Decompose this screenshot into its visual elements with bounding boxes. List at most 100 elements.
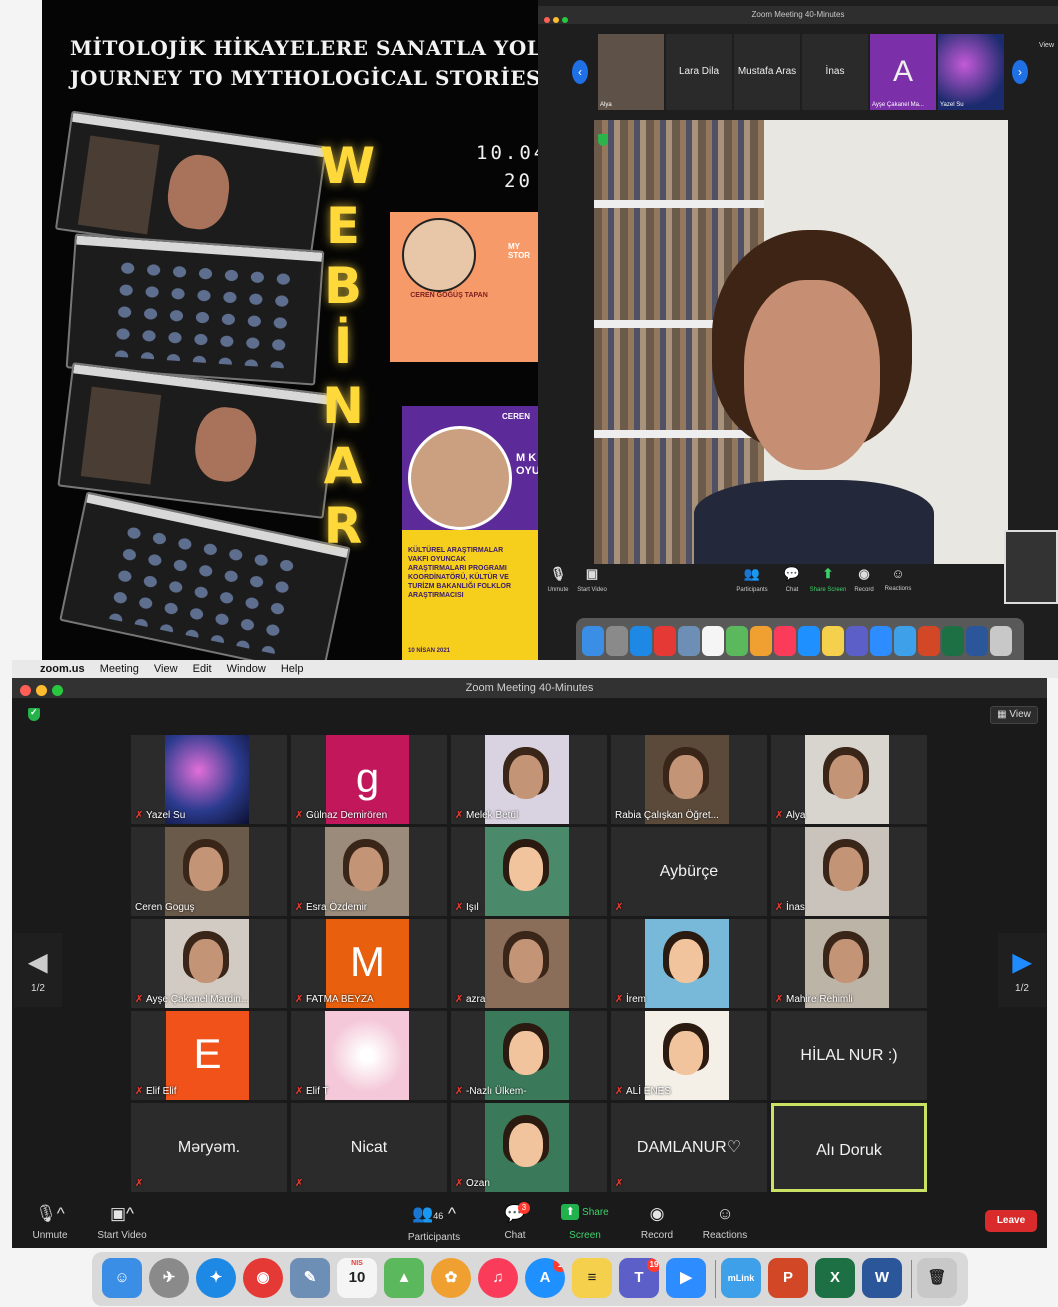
music-icon[interactable]: ♫	[478, 1258, 518, 1298]
mlink-icon[interactable]	[894, 626, 916, 656]
trash-icon[interactable]	[990, 626, 1012, 656]
participant-tile[interactable]: Rabia Çalışkan Öğret...	[611, 735, 767, 824]
participant-tile[interactable]: Aybürçe ✗	[611, 827, 767, 916]
stickies-icon[interactable]	[822, 626, 844, 656]
share-screen-button[interactable]: ⬆ Share Screen	[808, 566, 848, 593]
excel-icon[interactable]	[942, 626, 964, 656]
participant-tile[interactable]: Nicat ✗	[291, 1103, 447, 1192]
menu-meeting[interactable]: Meeting	[100, 663, 139, 675]
strip-tile[interactable]: Alya	[598, 34, 664, 110]
reactions-button[interactable]: ☺ Reactions	[878, 566, 918, 592]
zoom-icon[interactable]: ▶	[666, 1258, 706, 1298]
prev-page-button[interactable]: ◀ 1/2	[14, 933, 62, 1007]
close-icon[interactable]	[20, 685, 31, 696]
self-view-thumbnail[interactable]	[1004, 530, 1058, 604]
chrome-icon[interactable]	[654, 626, 676, 656]
zoom-window-icon[interactable]	[52, 685, 63, 696]
stickies-icon[interactable]: ≡	[572, 1258, 612, 1298]
powerpoint-icon[interactable]: P	[768, 1258, 808, 1298]
finder-icon[interactable]	[582, 626, 604, 656]
record-button[interactable]: ◉ Record	[637, 1204, 677, 1241]
participant-tile[interactable]: ✗ ALİ ENES	[611, 1011, 767, 1100]
preview-icon[interactable]	[678, 626, 700, 656]
participant-tile[interactable]: ✗ Yazel Su	[131, 735, 287, 824]
participant-tile[interactable]: Alı Doruk	[771, 1103, 927, 1192]
strip-tile[interactable]: İnas	[802, 34, 868, 110]
launchpad-icon[interactable]: ✈	[149, 1258, 189, 1298]
participant-tile[interactable]: M ✗ FATMA BEYZA	[291, 919, 447, 1008]
participant-tile[interactable]: g ✗ Gülnaz Demirören	[291, 735, 447, 824]
participant-tile[interactable]: ✗ Alya	[771, 735, 927, 824]
participants-button[interactable]: 👥46 ^ Participants	[404, 1204, 464, 1243]
photos-icon[interactable]	[750, 626, 772, 656]
security-shield-icon[interactable]	[28, 707, 40, 721]
powerpoint-icon[interactable]	[918, 626, 940, 656]
prev-page-icon[interactable]: ‹	[572, 60, 588, 84]
share-screen-button[interactable]: ⬆ Share Screen	[552, 1204, 618, 1241]
trash-icon[interactable]: 🗑	[917, 1258, 957, 1298]
teams-icon[interactable]	[846, 626, 868, 656]
participant-tile[interactable]: Ceren Goguş	[131, 827, 287, 916]
view-button[interactable]: View	[1039, 42, 1054, 49]
chat-button[interactable]: 💬 Chat	[772, 566, 812, 593]
reactions-button[interactable]: ☺ Reactions	[702, 1204, 748, 1241]
strip-tile[interactable]: A Ayşe Çakanel Ma...	[870, 34, 936, 110]
strip-tile[interactable]: Yazel Su	[938, 34, 1004, 110]
participant-tile[interactable]: ✗ -Nazlı Ülkem-	[451, 1011, 607, 1100]
chrome-icon[interactable]: ◉	[243, 1258, 283, 1298]
next-page-icon[interactable]: ›	[1012, 60, 1028, 84]
photos-icon[interactable]: ✿	[431, 1258, 471, 1298]
appstore-icon[interactable]: A1	[525, 1258, 565, 1298]
participant-tile[interactable]: HİLAL NUR :)	[771, 1011, 927, 1100]
maps-icon[interactable]: ▲	[384, 1258, 424, 1298]
calendar-icon[interactable]	[702, 626, 724, 656]
strip-tile[interactable]: Mustafa Aras	[734, 34, 800, 110]
preview-icon[interactable]: ✎	[290, 1258, 330, 1298]
window-controls[interactable]	[20, 683, 68, 701]
music-icon[interactable]	[774, 626, 796, 656]
participant-tile[interactable]: DAMLANUR♡ ✗	[611, 1103, 767, 1192]
appstore-icon[interactable]	[798, 626, 820, 656]
participant-tile[interactable]: ✗ azra	[451, 919, 607, 1008]
participant-tile[interactable]: ✗ Işıl	[451, 827, 607, 916]
unmute-button[interactable]: 🎙^ Unmute	[30, 1204, 70, 1241]
participant-tile[interactable]: ✗ Elif T	[291, 1011, 447, 1100]
menu-view[interactable]: View	[154, 663, 178, 675]
view-button[interactable]: ▦ View	[990, 706, 1038, 724]
safari-icon[interactable]: ✦	[196, 1258, 236, 1298]
participant-tile[interactable]: ✗ Ozan	[451, 1103, 607, 1192]
start-video-button[interactable]: ▣^ Start Video	[94, 1204, 150, 1241]
excel-icon[interactable]: X	[815, 1258, 855, 1298]
mlink-icon[interactable]: mLink	[721, 1258, 761, 1298]
word-icon[interactable]	[966, 626, 988, 656]
start-video-button[interactable]: ▣ Start Video	[572, 566, 612, 593]
window-controls[interactable]	[544, 10, 571, 28]
participant-tile[interactable]: ✗ Esra Özdemir	[291, 827, 447, 916]
calendar-icon[interactable]: 10 NIS	[337, 1258, 377, 1298]
word-icon[interactable]: W	[862, 1258, 902, 1298]
participant-tile[interactable]: ✗ Mahire Rehimli	[771, 919, 927, 1008]
safari-icon[interactable]	[630, 626, 652, 656]
participant-tile[interactable]: Məryəm. ✗	[131, 1103, 287, 1192]
participant-tile[interactable]: ✗ Melek Betül	[451, 735, 607, 824]
participants-button[interactable]: 👥 Participants	[732, 566, 772, 593]
zoom-icon[interactable]	[870, 626, 892, 656]
menu-app-name[interactable]: zoom.us	[40, 663, 85, 675]
participant-tile[interactable]: ✗ Ayşe Çakanel Mardin...	[131, 919, 287, 1008]
leave-button[interactable]: Leave	[985, 1210, 1037, 1232]
launchpad-icon[interactable]	[606, 626, 628, 656]
participant-tile[interactable]: E ✗ Elif Elif	[131, 1011, 287, 1100]
minimize-icon[interactable]	[36, 685, 47, 696]
security-shield-icon[interactable]	[598, 134, 608, 146]
menu-window[interactable]: Window	[227, 663, 266, 675]
strip-tile[interactable]: Lara Dila	[666, 34, 732, 110]
menu-help[interactable]: Help	[281, 663, 304, 675]
finder-icon[interactable]: ☺	[102, 1258, 142, 1298]
chat-button[interactable]: 💬 3 Chat	[500, 1202, 530, 1241]
teams-icon[interactable]: T 19	[619, 1258, 659, 1298]
participant-tile[interactable]: ✗ İrem	[611, 919, 767, 1008]
participant-tile[interactable]: ✗ İnas	[771, 827, 927, 916]
next-page-button[interactable]: ▶ 1/2	[998, 933, 1046, 1007]
maps-icon[interactable]	[726, 626, 748, 656]
menu-edit[interactable]: Edit	[193, 663, 212, 675]
